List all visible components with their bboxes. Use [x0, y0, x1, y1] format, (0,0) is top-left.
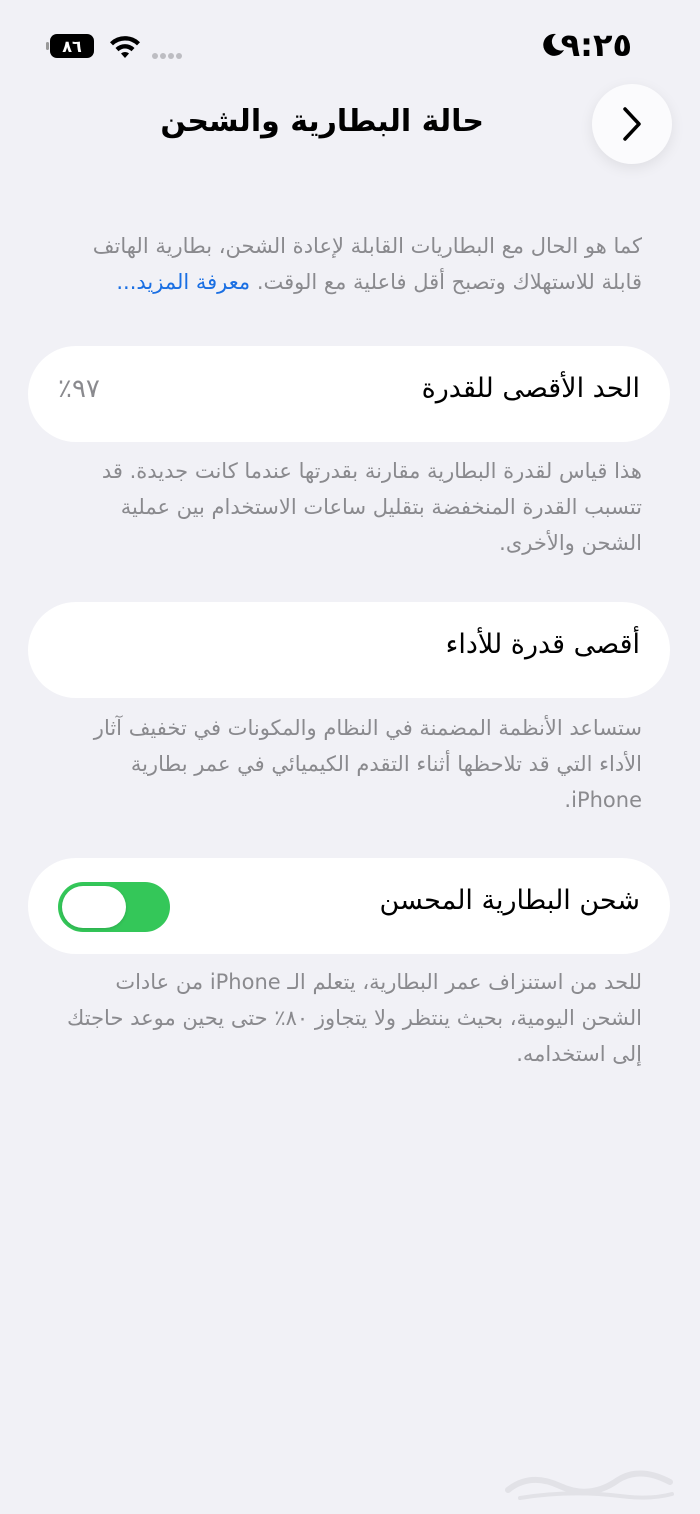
toggle-knob: [62, 886, 126, 928]
chevron-right-icon: [623, 107, 641, 141]
status-time: ٩:٢٥: [560, 26, 632, 64]
peak-performance-row: أقصى قدرة للأداء: [28, 602, 670, 698]
optimized-charging-toggle[interactable]: [58, 882, 170, 932]
back-button[interactable]: [592, 84, 672, 164]
peak-performance-note: ستساعد الأنظمة المضمنة في النظام والمكون…: [93, 716, 642, 812]
max-capacity-label: الحد الأقصى للقدرة: [421, 373, 640, 404]
max-capacity-value: ٪٩٧: [58, 374, 100, 404]
max-capacity-row: الحد الأقصى للقدرة ٪٩٧: [28, 346, 670, 442]
learn-more-link[interactable]: معرفة المزيد...: [116, 270, 250, 294]
battery-level: ٨٦: [62, 36, 82, 56]
peak-performance-label: أقصى قدرة للأداء: [445, 629, 640, 660]
max-capacity-note: هذا قياس لقدرة البطارية مقارنة بقدرتها ع…: [101, 459, 642, 555]
signal-icon: [152, 44, 192, 59]
page-title: حالة البطارية والشحن: [160, 104, 484, 139]
watermark-logo: [505, 1470, 674, 1500]
intro-text: كما هو الحال مع البطاريات القابلة لإعادة…: [56, 228, 642, 300]
wifi-icon: [110, 36, 140, 58]
optimized-charging-note: للحد من استنزاف عمر البطارية، يتعلم الـ …: [67, 970, 642, 1066]
status-bar: ٨٦ ٩:٢٥: [0, 0, 700, 90]
optimized-charging-row: شحن البطارية المحسن: [28, 858, 670, 954]
battery-icon: ٨٦: [46, 34, 96, 58]
optimized-charging-label: شحن البطارية المحسن: [379, 885, 640, 916]
